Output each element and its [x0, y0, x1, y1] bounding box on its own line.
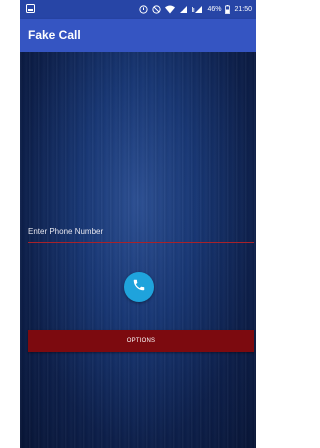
app-screen: 46% 21:50 Fake Call OPTIONS [20, 0, 256, 448]
clock: 21:50 [234, 6, 252, 13]
data-signal-icon [192, 5, 203, 14]
app-title: Fake Call [28, 28, 81, 42]
alarm-icon [139, 5, 149, 14]
phone-number-input[interactable] [28, 220, 254, 243]
options-button-label: OPTIONS [126, 338, 156, 344]
silent-icon [152, 5, 162, 14]
battery-percent: 46% [207, 6, 222, 13]
status-icons: 46% 21:50 [139, 4, 252, 15]
battery-icon [225, 5, 231, 14]
options-button[interactable]: OPTIONS [28, 330, 254, 352]
signal-icon [179, 5, 188, 14]
notification-icon [26, 4, 36, 14]
call-button[interactable] [124, 272, 154, 302]
wifi-icon [165, 5, 176, 14]
phone-icon [132, 278, 146, 297]
app-bar: Fake Call [20, 19, 256, 52]
content-area: OPTIONS [20, 52, 256, 448]
status-bar: 46% 21:50 [20, 0, 256, 19]
